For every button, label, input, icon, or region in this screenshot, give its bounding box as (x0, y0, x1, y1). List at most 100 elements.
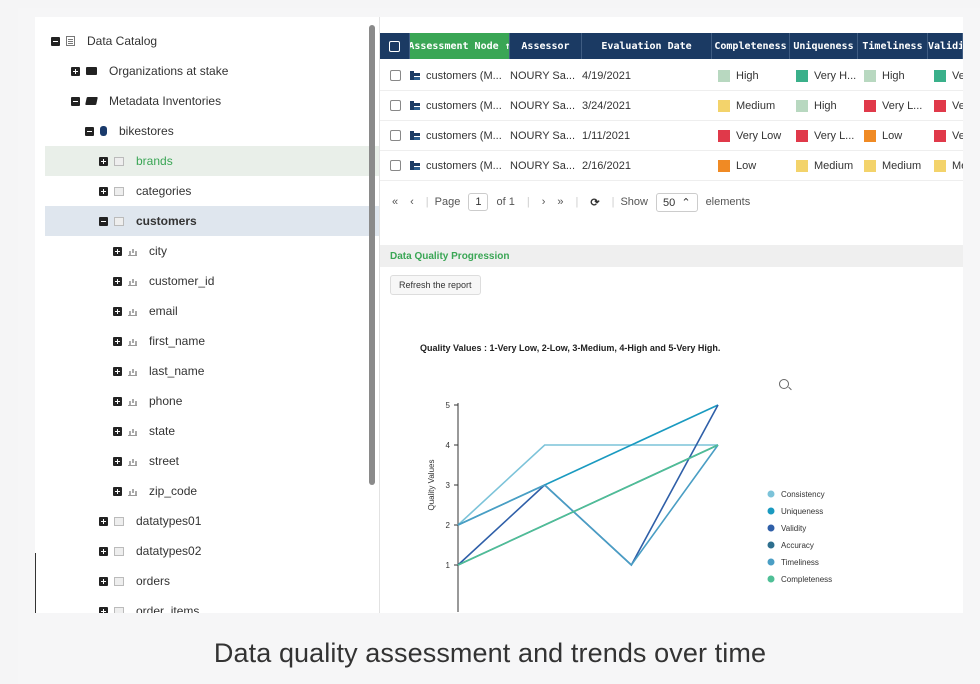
tree-item[interactable]: state (45, 416, 379, 446)
expand-icon[interactable] (113, 486, 122, 496)
table-icon (114, 216, 124, 226)
tree-item-label: zip_code (149, 484, 198, 498)
col-icon (128, 247, 137, 256)
series-line-completeness (457, 444, 719, 566)
col-icon (128, 307, 137, 316)
expand-icon[interactable] (99, 186, 108, 196)
legend-label: Completeness (781, 575, 832, 584)
legend-marker (767, 541, 775, 549)
expand-icon[interactable] (99, 546, 108, 556)
collapse-icon[interactable] (51, 36, 60, 46)
tree-item[interactable]: customer_id (45, 266, 379, 296)
tree-item[interactable]: customers (45, 206, 379, 236)
expand-icon[interactable] (113, 336, 122, 346)
legend-marker (767, 575, 775, 583)
tree-item-label: state (149, 424, 176, 438)
tree-item-label: orders (136, 574, 171, 588)
expand-icon[interactable] (99, 516, 108, 526)
tree-item[interactable]: orders (45, 566, 379, 596)
folder-open-icon (85, 97, 98, 105)
expand-icon[interactable] (113, 396, 122, 406)
col-icon (128, 487, 137, 496)
db-icon (100, 126, 107, 136)
expand-icon[interactable] (99, 606, 108, 613)
tree-item[interactable]: Organizations at stake (45, 56, 379, 86)
legend-label: Consistency (781, 490, 825, 499)
assessment-panel: Assessment Node ↑ Assessor Evaluation Date… (380, 17, 963, 613)
tree-item[interactable]: city (45, 236, 379, 266)
y-tick-label: 1 (446, 561, 451, 570)
table-icon (114, 576, 124, 586)
tree-item-label: bikestores (119, 124, 174, 138)
tree-item[interactable]: last_name (45, 356, 379, 386)
tree-item[interactable]: street (45, 446, 379, 476)
window-edge (35, 553, 36, 613)
legend-marker (767, 507, 775, 515)
legend-label: Uniqueness (781, 507, 823, 516)
tree-item[interactable]: datatypes02 (45, 536, 379, 566)
col-icon (128, 457, 137, 466)
table-icon (114, 606, 124, 613)
tree-item-label: datatypes02 (136, 544, 202, 558)
app-window: Data Catalog Organizations at stake Metada… (35, 17, 963, 613)
table-icon (114, 516, 124, 526)
table-icon (114, 156, 124, 166)
tree-item-label: Data Catalog (87, 34, 158, 48)
expand-icon[interactable] (99, 576, 108, 586)
table-icon (114, 186, 124, 196)
caption: Data quality assessment and trends over … (213, 638, 767, 668)
series-line-validity (457, 404, 719, 567)
table-icon (114, 546, 124, 556)
tree-item-label: datatypes01 (136, 514, 202, 528)
legend-marker (767, 524, 775, 532)
tree-item[interactable]: bikestores (45, 116, 379, 146)
col-icon (128, 277, 137, 286)
y-tick-label: 5 (446, 401, 451, 410)
collapse-icon[interactable] (85, 126, 94, 136)
expand-icon[interactable] (113, 306, 122, 316)
y-tick-label: 4 (446, 441, 451, 450)
expand-icon[interactable] (99, 156, 108, 166)
col-icon (128, 367, 137, 376)
legend-marker (767, 490, 775, 498)
tree-item-label: first_name (149, 334, 206, 348)
doc-icon (66, 36, 75, 46)
tree-scrollbar[interactable] (369, 25, 375, 485)
tree-item[interactable]: Metadata Inventories (45, 86, 379, 116)
tree-item-label: city (149, 244, 167, 258)
legend-label: Accuracy (781, 541, 814, 550)
collapse-icon[interactable] (99, 216, 108, 226)
y-tick-label: 3 (446, 481, 451, 490)
tree-item-label: last_name (149, 364, 205, 378)
legend-marker (767, 558, 775, 566)
tree-item[interactable]: first_name (45, 326, 379, 356)
expand-icon[interactable] (113, 426, 122, 436)
tree-item[interactable]: order_items (45, 596, 379, 613)
collapse-icon[interactable] (71, 96, 80, 106)
quality-progression-chart: 1 2 3 4 5 Quality Values Consistency Uniqueness… (427, 401, 832, 612)
tree-item[interactable]: brands (45, 146, 379, 176)
tree-item[interactable]: email (45, 296, 379, 326)
tree-item-label: order_items (136, 604, 200, 613)
legend-label: Timeliness (781, 558, 819, 567)
tree-item[interactable]: phone (45, 386, 379, 416)
tree-item-label: street (149, 454, 180, 468)
series-line-consistency (457, 444, 718, 526)
catalog-tree: Data Catalog Organizations at stake Metada… (35, 17, 379, 613)
expand-icon[interactable] (113, 456, 122, 466)
tree-item[interactable]: zip_code (45, 476, 379, 506)
expand-icon[interactable] (113, 246, 122, 256)
y-axis-label: Quality Values (427, 460, 436, 511)
tree-item[interactable]: Data Catalog (45, 26, 379, 56)
expand-icon[interactable] (113, 276, 122, 286)
col-icon (128, 427, 137, 436)
tree-item[interactable]: datatypes01 (45, 506, 379, 536)
col-icon (128, 397, 137, 406)
tree-item-label: brands (136, 154, 173, 168)
tree-item-label: customers (136, 214, 197, 228)
tree-item-label: Metadata Inventories (109, 94, 222, 108)
tree-item-label: phone (149, 394, 183, 408)
tree-item[interactable]: categories (45, 176, 379, 206)
expand-icon[interactable] (113, 366, 122, 376)
expand-icon[interactable] (71, 66, 80, 76)
